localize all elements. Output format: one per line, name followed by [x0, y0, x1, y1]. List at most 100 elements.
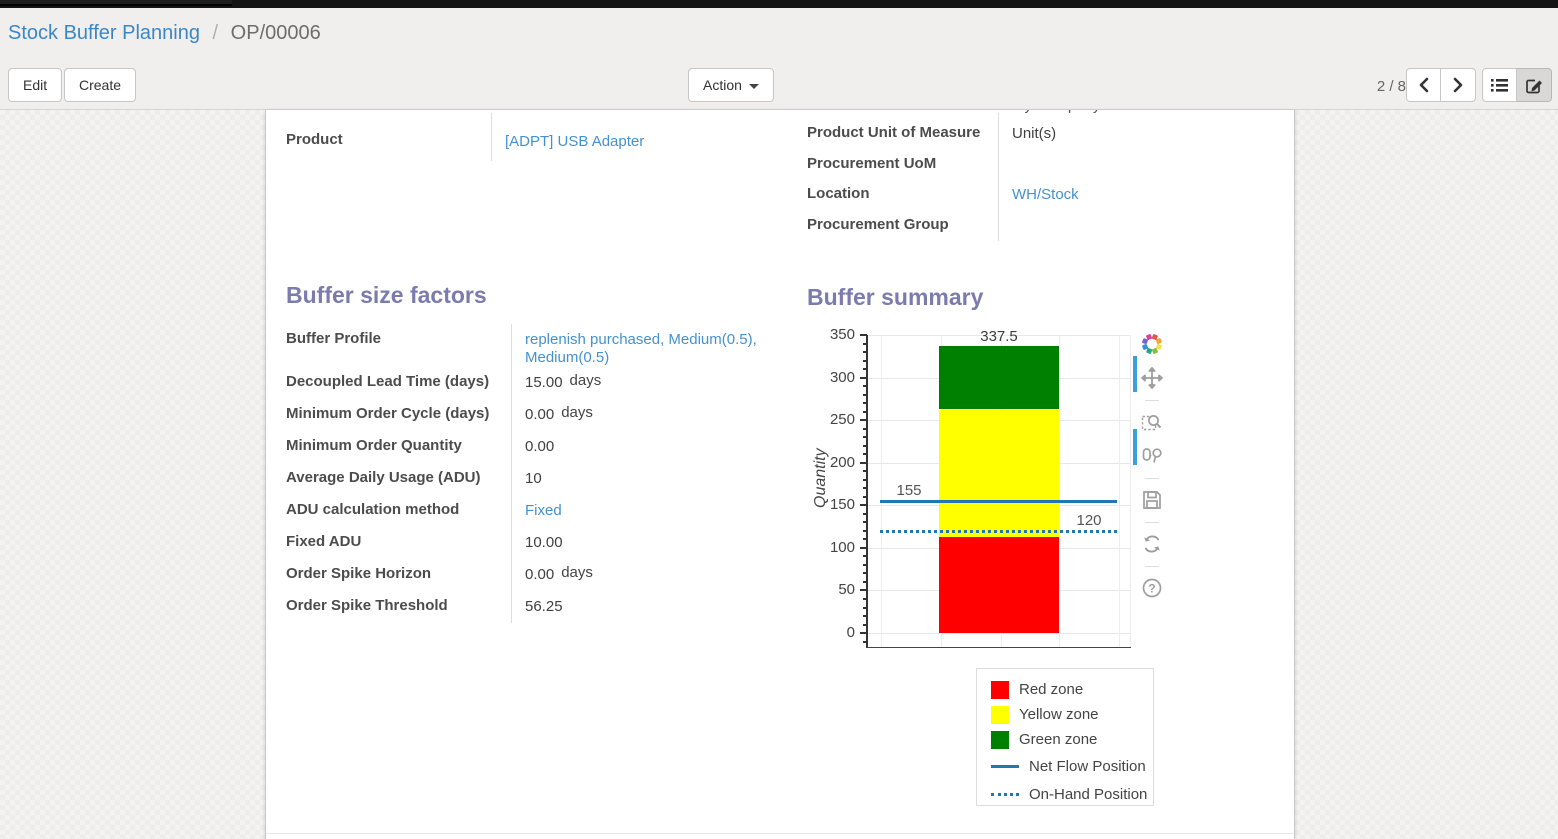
- form-sheet: My Company Product [ADPT] USB Adapter Pr…: [265, 110, 1295, 839]
- minor-tick: [863, 615, 867, 617]
- list-view-icon: [1491, 78, 1508, 93]
- form-view-button[interactable]: [1517, 68, 1552, 102]
- bar-zone-green: [939, 346, 1059, 410]
- buffer-summary-title: Buffer summary: [807, 284, 983, 311]
- legend-item[interactable]: Net Flow Position: [991, 752, 1153, 780]
- y-tick-label: 150: [813, 496, 855, 514]
- factor-value: 0.00: [525, 406, 554, 423]
- compare-hover-button[interactable]: [1140, 444, 1164, 468]
- modebar-divider: [1145, 478, 1159, 479]
- major-tick: [860, 547, 867, 549]
- factor-row: ADU calculation method Fixed: [286, 495, 766, 527]
- minor-tick: [863, 445, 867, 447]
- breadcrumb: Stock Buffer Planning / OP/00006: [8, 22, 321, 45]
- factor-label: Minimum Order Quantity: [286, 431, 511, 463]
- major-tick: [860, 462, 867, 464]
- field-row: LocationWH/Stock: [807, 185, 1282, 216]
- product-label: Product: [286, 131, 343, 148]
- minor-tick: [863, 428, 867, 430]
- gridline-vertical: [1130, 335, 1131, 648]
- legend-item[interactable]: Green zone: [991, 727, 1153, 752]
- clipped-top-field: My Company: [1012, 110, 1162, 117]
- field-row: Product Unit of MeasureUnit(s): [807, 124, 1282, 155]
- edit-button[interactable]: Edit: [8, 68, 62, 102]
- minor-tick: [863, 436, 867, 438]
- product-value-cell: [ADPT] USB Adapter: [491, 113, 746, 161]
- y-tick-label: 0: [813, 624, 855, 642]
- pan-button[interactable]: [1140, 366, 1164, 390]
- factor-value: 56.25: [525, 598, 563, 615]
- buffer-factors-table: Buffer Profile replenish purchased, Mediu…: [286, 324, 766, 623]
- factor-value-cell: Fixed: [511, 495, 761, 527]
- major-tick: [860, 632, 867, 634]
- help-icon: ?: [1141, 577, 1163, 599]
- pager-next-button[interactable]: [1441, 68, 1476, 102]
- factor-value-cell: replenish purchased, Medium(0.5), Medium…: [511, 324, 761, 367]
- factor-label: Buffer Profile: [286, 324, 511, 367]
- net-flow-position-line: [880, 500, 1117, 503]
- minor-tick: [863, 479, 867, 481]
- section-divider: [266, 833, 1294, 834]
- field-label: Product Unit of Measure: [807, 124, 980, 141]
- minor-tick: [863, 343, 867, 345]
- gridline-vertical: [1119, 335, 1120, 648]
- minor-tick: [863, 530, 867, 532]
- y-tick-label: 50: [813, 581, 855, 599]
- pager: [1406, 68, 1476, 102]
- modebar-divider: [1145, 400, 1159, 401]
- pager-previous-button[interactable]: [1406, 68, 1441, 102]
- field-row: Procurement UoM: [807, 155, 1282, 186]
- buffer-summary-chart: Quantity 112.5262.5337.51551200501001502…: [867, 335, 1131, 648]
- unit-label: days: [570, 372, 602, 389]
- help-button[interactable]: ?: [1140, 576, 1164, 600]
- save-button[interactable]: [1140, 488, 1164, 512]
- legend-item[interactable]: On-Hand Position: [991, 780, 1153, 808]
- factor-value-cell: 15.00 days: [511, 367, 761, 399]
- minor-tick: [863, 555, 867, 557]
- factor-row: Fixed ADU10.00: [286, 527, 766, 559]
- factor-value: 10: [525, 470, 542, 487]
- factor-value: 15.00: [525, 374, 563, 391]
- field-row: Procurement Group: [807, 216, 1282, 247]
- reset-axes-button[interactable]: [1140, 532, 1164, 556]
- box-zoom-icon: [1141, 411, 1163, 433]
- pan-icon: [1141, 367, 1163, 389]
- minor-tick: [863, 598, 867, 600]
- list-view-button[interactable]: [1482, 68, 1517, 102]
- breadcrumb-separator: /: [206, 22, 226, 44]
- factor-value-link[interactable]: replenish purchased, Medium(0.5), Medium…: [525, 331, 757, 366]
- legend-swatch-red: [991, 681, 1009, 699]
- action-button-label: Action: [703, 77, 742, 93]
- minor-tick: [863, 513, 867, 515]
- box-zoom-button[interactable]: [1140, 410, 1164, 434]
- minor-tick: [863, 394, 867, 396]
- legend-item[interactable]: Red zone: [991, 677, 1153, 702]
- factor-value-cell: 56.25: [511, 591, 761, 623]
- clipped-company-value: My Company: [1012, 110, 1100, 114]
- product-link[interactable]: [ADPT] USB Adapter: [505, 133, 644, 150]
- create-button[interactable]: Create: [64, 68, 136, 102]
- control-panel: Stock Buffer Planning / OP/00006 Edit Cr…: [0, 8, 1558, 110]
- legend-swatch-green: [991, 731, 1009, 749]
- major-tick: [860, 504, 867, 506]
- minor-tick: [863, 360, 867, 362]
- y-tick-label: 250: [813, 411, 855, 429]
- chart-legend: Red zone Yellow zoneGreen zoneNet Flow Po…: [976, 668, 1154, 806]
- major-tick: [860, 589, 867, 591]
- factor-row: Minimum Order Quantity0.00: [286, 431, 766, 463]
- chart-modebar: ?: [1138, 332, 1164, 610]
- factor-label: ADU calculation method: [286, 495, 511, 527]
- factor-value-link[interactable]: Fixed: [525, 502, 562, 519]
- plotly-logo[interactable]: [1140, 332, 1164, 356]
- field-value-link[interactable]: WH/Stock: [1012, 186, 1272, 203]
- factor-value: 0.00: [525, 566, 554, 583]
- field-label: Procurement UoM: [807, 155, 936, 172]
- factor-label: Fixed ADU: [286, 527, 511, 559]
- breadcrumb-stock-buffer-planning[interactable]: Stock Buffer Planning: [8, 22, 200, 44]
- on-hand-position-line: [880, 530, 1117, 533]
- zone-value-label: 337.5: [980, 329, 1018, 345]
- legend-label: Red zone: [1019, 681, 1083, 698]
- factor-row: Order Spike Horizon0.00days: [286, 559, 766, 591]
- legend-item[interactable]: Yellow zone: [991, 702, 1153, 727]
- action-dropdown-button[interactable]: Action: [688, 68, 774, 102]
